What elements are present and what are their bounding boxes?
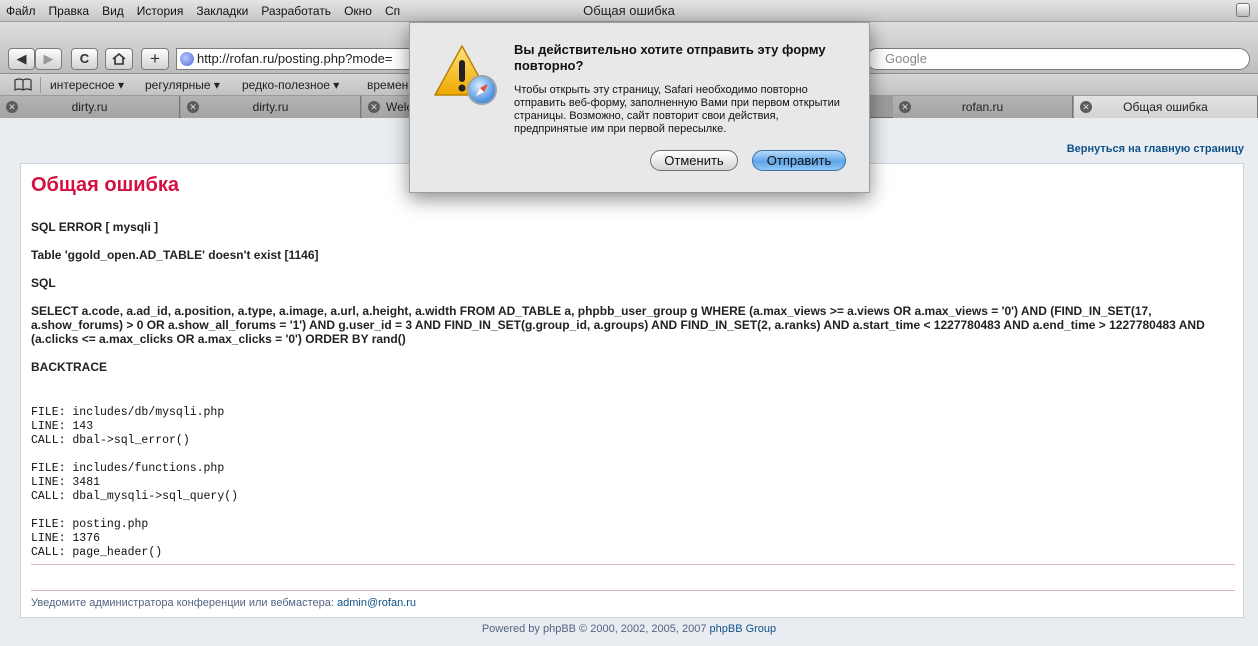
title-bar: Файл Правка Вид История Закладки Разрабо… bbox=[0, 0, 1258, 22]
divider bbox=[31, 564, 1235, 565]
tab-label: Общая ошибка bbox=[1123, 100, 1208, 114]
tab-label: dirty.ru bbox=[71, 100, 108, 114]
divider bbox=[31, 590, 1235, 591]
tab-dirty-1[interactable]: ✕ dirty.ru bbox=[0, 96, 180, 118]
reload-button[interactable]: C bbox=[71, 48, 98, 70]
powered-by-text: Powered by phpBB © 2000, 2002, 2005, 200… bbox=[481, 623, 707, 635]
sql-error-heading: SQL ERROR [ mysqli ] bbox=[31, 220, 159, 234]
admin-email-link[interactable]: admin@rofan.ru bbox=[337, 597, 416, 609]
submit-button[interactable]: Отправить bbox=[752, 150, 846, 171]
tab-dirty-2[interactable]: ✕ dirty.ru bbox=[181, 96, 361, 118]
dialog-heading: Вы действительно хотите отправить эту фо… bbox=[514, 42, 826, 73]
powered-by: Powered by phpBB © 2000, 2002, 2005, 200… bbox=[0, 623, 1258, 635]
tab-label: dirty.ru bbox=[252, 100, 289, 114]
bookmark-folder-temporary[interactable]: времен bbox=[367, 78, 408, 92]
bookmark-folder-regular[interactable]: регулярные ▾ bbox=[145, 78, 220, 92]
back-button[interactable]: ◀ bbox=[8, 48, 35, 70]
home-button[interactable] bbox=[105, 48, 133, 70]
home-link[interactable]: Вернуться на главную страницу bbox=[1067, 143, 1244, 155]
page-title: Общая ошибка bbox=[31, 174, 180, 196]
bookmark-folder-interesting[interactable]: интересное ▾ bbox=[50, 78, 124, 92]
resubmit-form-dialog: Вы действительно хотите отправить эту фо… bbox=[409, 22, 870, 193]
warning-icon bbox=[434, 45, 497, 105]
bookmark-folder-rarely-useful[interactable]: редко-полезное ▾ bbox=[242, 78, 339, 92]
cancel-button[interactable]: Отменить bbox=[650, 150, 738, 171]
bookmarks-separator bbox=[40, 77, 41, 93]
tab-rofan[interactable]: ✕ rofan.ru bbox=[893, 96, 1073, 118]
address-bar[interactable]: http://rofan.ru/posting.php?mode= bbox=[176, 48, 412, 70]
bookmarks-book-icon[interactable] bbox=[14, 78, 32, 91]
backtrace-label: BACKTRACE bbox=[31, 360, 107, 374]
address-text: http://rofan.ru/posting.php?mode= bbox=[197, 51, 393, 66]
backtrace-entry: FILE: includes/db/mysqli.php LINE: 143 C… bbox=[31, 406, 225, 447]
close-tab-icon[interactable]: ✕ bbox=[368, 101, 380, 113]
search-field[interactable]: Google bbox=[866, 48, 1250, 70]
table-error-message: Table 'ggold_open.AD_TABLE' doesn't exis… bbox=[31, 248, 319, 262]
window-title: Общая ошибка bbox=[583, 3, 675, 18]
add-bookmark-button[interactable]: + bbox=[141, 48, 169, 70]
backtrace-entry: FILE: includes/functions.php LINE: 3481 … bbox=[31, 462, 239, 503]
tab-general-error[interactable]: ✕ Общая ошибка bbox=[1074, 96, 1258, 118]
admin-notice: Уведомите администратора конференции или… bbox=[31, 597, 416, 609]
phpbb-link[interactable]: phpBB Group bbox=[710, 623, 777, 635]
sql-label: SQL bbox=[31, 276, 56, 290]
toolbar-toggle-button[interactable] bbox=[1236, 3, 1250, 17]
dialog-message: Чтобы открыть эту страницу, Safari необх… bbox=[514, 84, 840, 135]
sql-query: SELECT a.code, a.ad_id, a.position, a.ty… bbox=[31, 304, 1205, 346]
site-icon bbox=[180, 52, 194, 66]
backtrace-entry: FILE: posting.php LINE: 1376 CALL: page_… bbox=[31, 518, 163, 559]
forward-button[interactable]: ▶ bbox=[35, 48, 62, 70]
home-icon bbox=[112, 52, 126, 65]
search-placeholder: Google bbox=[885, 51, 927, 66]
error-panel: Общая ошибка SQL ERROR [ mysqli ] Table … bbox=[20, 163, 1244, 618]
tab-label: rofan.ru bbox=[961, 100, 1004, 114]
admin-notice-text: Уведомите администратора конференции или… bbox=[31, 597, 334, 609]
